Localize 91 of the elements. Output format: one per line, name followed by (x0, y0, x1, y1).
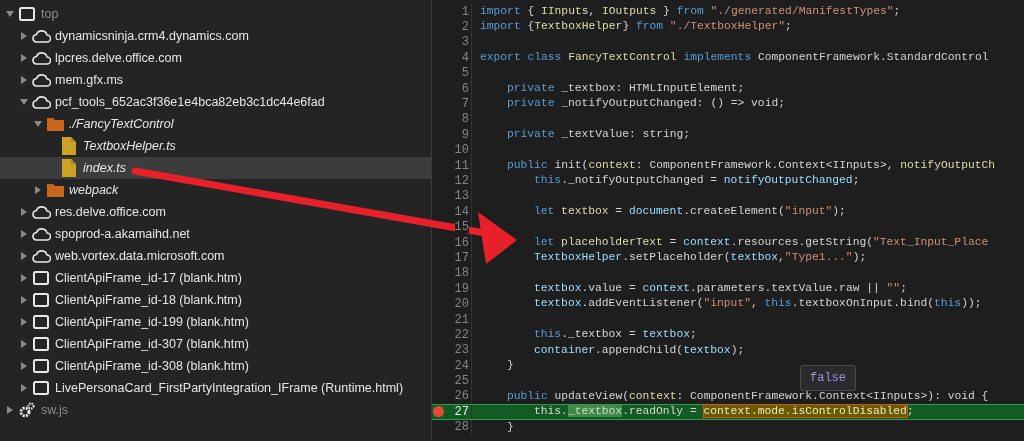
expand-triangle-icon[interactable] (20, 54, 28, 62)
code-line: } (507, 421, 514, 433)
collapse-triangle-icon[interactable] (34, 120, 42, 128)
tree-item-label[interactable]: dynamicsninja.crm4.dynamics.com (55, 26, 249, 46)
line-number: 9 (461, 128, 469, 141)
line-number: 14 (454, 205, 469, 218)
tree-item-label[interactable]: ClientApiFrame_id-308 (blank.htm) (55, 356, 249, 376)
line-number: 11 (454, 159, 469, 172)
window-icon (33, 293, 49, 307)
code-line: this._notifyOutputChanged = notifyOutputChanged; (534, 175, 860, 187)
code-line: TextboxHelper.setPlaceholder(textbox,"Type1..."); (534, 252, 867, 264)
collapse-triangle-icon[interactable] (6, 10, 14, 18)
cloud-icon (31, 73, 51, 87)
expand-triangle-icon[interactable] (20, 274, 28, 282)
file-icon (62, 137, 76, 155)
code-line: import {TextboxHelper} from "./TextboxHelper"; (480, 21, 792, 33)
window-icon (33, 359, 49, 373)
tree-item-label[interactable]: index.ts (83, 158, 127, 178)
code-line: } (507, 360, 514, 372)
code-line: private _textValue: string; (507, 129, 691, 141)
code-line: container.appendChild(textbox); (534, 344, 745, 356)
line-number: 16 (454, 236, 469, 249)
tree-item-label[interactable]: spoprod-a.akamaihd.net (55, 224, 190, 244)
expand-triangle-icon[interactable] (20, 362, 28, 370)
tree-item-label[interactable]: ./FancyTextControl (69, 114, 174, 134)
tree-item-label[interactable]: ClientApiFrame_id-199 (blank.htm) (55, 312, 249, 332)
line-number: 4 (461, 51, 469, 64)
line-number: 22 (454, 328, 469, 341)
line-number: 12 (454, 175, 469, 187)
file-icon (62, 159, 76, 177)
tree-item-label[interactable]: web.vortex.data.microsoft.com (55, 246, 225, 266)
window-icon (33, 271, 49, 285)
tree-item-label[interactable]: ClientApiFrame_id-18 (blank.htm) (55, 290, 242, 310)
selected-row-highlight[interactable]: index.ts (0, 157, 431, 179)
window-icon (33, 381, 49, 395)
tree-item-label[interactable]: webpack (69, 180, 119, 200)
code-line: public updateView(context: ComponentFramework.Context<IInputs>): void { (507, 390, 989, 403)
expand-triangle-icon[interactable] (20, 340, 28, 348)
code-line: let textbox = document.createElement("input"); (534, 206, 846, 218)
expand-triangle-icon[interactable] (6, 406, 14, 414)
code-line: private _notifyOutputChanged: () => void; (507, 98, 785, 110)
tree-item-label[interactable]: mem.gfx.ms (55, 70, 124, 90)
code-line: this._textbox = textbox; (534, 329, 697, 341)
line-number: 24 (454, 359, 469, 372)
code-line: textbox.value = context.parameters.textValue.raw || ""; (534, 283, 907, 295)
line-number: 19 (454, 282, 469, 295)
cloud-icon (31, 249, 51, 263)
tree-item-label[interactable]: res.delve.office.com (55, 202, 166, 222)
expand-triangle-icon[interactable] (20, 230, 28, 238)
code-line: export class FancyTextControl implements ComponentFramework.StandardControl (480, 52, 989, 64)
code-line: textbox.addEventListener("input", this.textboxOnInput.bind(this)); (534, 298, 982, 310)
expand-triangle-icon[interactable] (20, 384, 28, 392)
line-number: 1 (461, 5, 469, 18)
line-number: 6 (461, 82, 469, 95)
window-icon (33, 315, 49, 329)
tree-item-label[interactable]: ClientApiFrame_id-307 (blank.htm) (55, 334, 249, 354)
collapse-triangle-icon[interactable] (20, 98, 28, 106)
cloud-icon (31, 227, 51, 241)
expand-triangle-icon[interactable] (20, 208, 28, 216)
expand-triangle-icon[interactable] (20, 32, 28, 40)
value-tooltip: false (800, 365, 856, 391)
code-line: private _textbox: HTMLInputElement; (507, 83, 745, 95)
gears-icon (19, 402, 35, 418)
code-line: let placeholderText = context.resources.getString("Text_Input_Place (534, 236, 989, 249)
tree-item-label[interactable]: LivePersonaCard_FirstPartyIntegration_IFrame (Runtime.html) (55, 378, 404, 398)
code-line: public init(context: ComponentFramework.Context<IInputs>, notifyOutputCh (507, 159, 996, 172)
cloud-icon (31, 205, 51, 219)
expand-triangle-icon[interactable] (34, 186, 42, 194)
line-number: 27 (454, 405, 469, 418)
cloud-icon (31, 29, 51, 43)
line-number: 15 (454, 221, 469, 234)
folder-icon (46, 117, 64, 131)
tree-item-label[interactable]: lpcres.delve.office.com (55, 48, 182, 68)
code-line: import { IInputs, IOutputs } from "./generated/ManifestTypes"; (480, 6, 901, 18)
tree-item-label[interactable]: ClientApiFrame_id-17 (blank.htm) (55, 268, 242, 288)
folder-icon (46, 183, 64, 197)
line-number: 17 (454, 251, 469, 264)
tree-item-label[interactable]: top (41, 4, 59, 24)
code-line: this._textbox.readOnly = context.mode.isControlDisabled; (534, 406, 914, 418)
expand-triangle-icon[interactable] (20, 318, 28, 326)
expand-triangle-icon[interactable] (20, 76, 28, 84)
window-icon (33, 337, 49, 351)
cloud-icon (31, 95, 51, 109)
cloud-icon (31, 51, 51, 65)
tree-item-label[interactable]: TextboxHelper.ts (83, 136, 176, 156)
line-number: 21 (454, 313, 469, 326)
window-icon (19, 7, 35, 21)
tree-item-label[interactable]: pcf_tools_652ac3f36e1e4bca82eb3c1dc44e6fad (55, 92, 325, 112)
expand-triangle-icon[interactable] (20, 252, 28, 260)
expand-triangle-icon[interactable] (20, 296, 28, 304)
tree-item-label[interactable]: sw.js (41, 400, 69, 420)
